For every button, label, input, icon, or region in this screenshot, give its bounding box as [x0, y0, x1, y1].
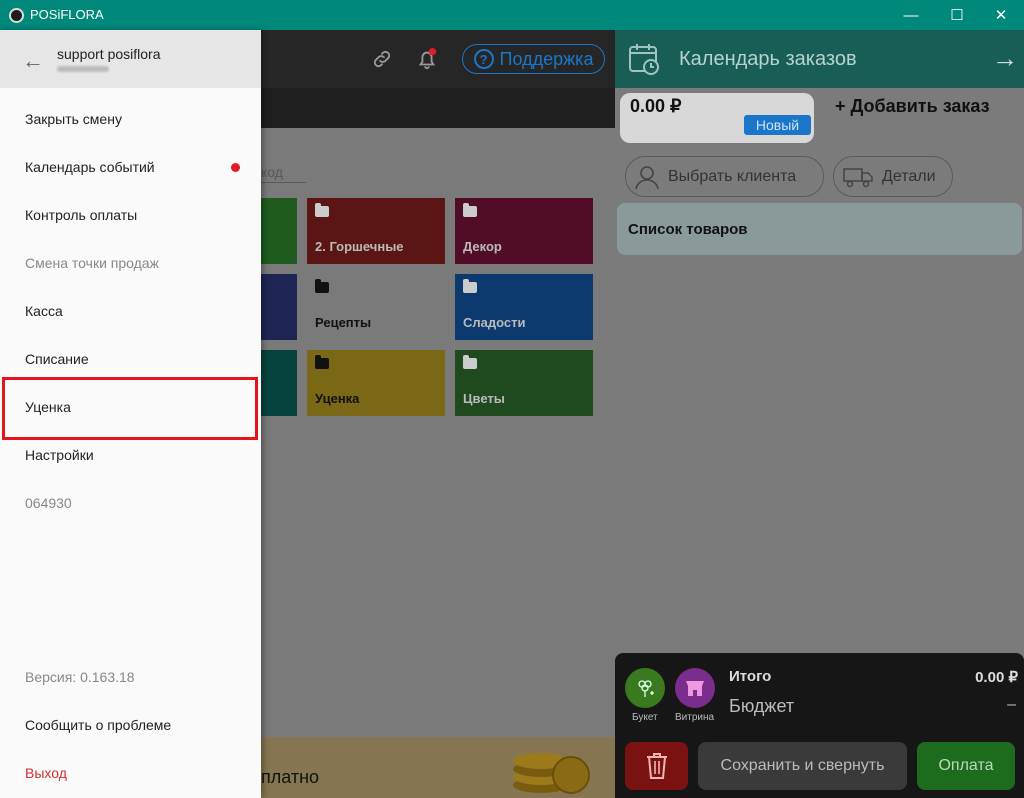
- order-card[interactable]: 0.00 ₽ Новый: [620, 93, 814, 143]
- category-tile[interactable]: [261, 350, 297, 416]
- menu-settings[interactable]: Настройки: [25, 447, 94, 463]
- goods-list-title: Список товаров: [628, 221, 748, 238]
- support-button[interactable]: ? Поддержка: [462, 44, 605, 74]
- folder-icon: [463, 203, 477, 217]
- bouquet-button[interactable]: [625, 668, 665, 708]
- pay-button[interactable]: Оплата: [917, 742, 1015, 790]
- order-footer: Букет Витрина Итого 0.00 ₽ Бюджет – Сохр…: [615, 653, 1024, 798]
- details-button[interactable]: Детали: [833, 156, 953, 197]
- device-id: 064930: [25, 495, 72, 511]
- menu-cashbox[interactable]: Касса: [25, 303, 63, 319]
- total-value: 0.00 ₽: [975, 669, 1018, 686]
- category-tile[interactable]: Уценка: [307, 350, 445, 416]
- app-icon: [9, 8, 24, 23]
- version-text: Версия: 0.163.18: [25, 669, 135, 685]
- window-title: POSiFLORA: [30, 7, 104, 22]
- folder-icon: [315, 279, 329, 293]
- order-panel: Календарь заказов → 0.00 ₽ Новый + Добав…: [615, 30, 1024, 798]
- folder-icon: [315, 355, 329, 369]
- budget-label: Бюджет: [729, 696, 795, 716]
- menu-write-off[interactable]: Списание: [25, 351, 89, 367]
- bell-icon[interactable]: [415, 47, 439, 71]
- budget-value: –: [1007, 696, 1016, 713]
- tile-label: Уценка: [315, 391, 360, 406]
- arrow-right-icon[interactable]: →: [992, 43, 1018, 74]
- category-tile[interactable]: [261, 274, 297, 340]
- drawer-header: ← support posiflora: [0, 30, 261, 88]
- truck-icon: [843, 167, 873, 187]
- tile-label: 2. Горшечные: [315, 239, 404, 254]
- user-subtitle-blurred: [57, 66, 109, 72]
- status-badge: Новый: [744, 115, 811, 135]
- category-tile[interactable]: Цветы: [455, 350, 593, 416]
- maximize-button[interactable]: ☐: [934, 2, 980, 28]
- tile-label: Декор: [463, 239, 502, 254]
- folder-icon: [315, 203, 329, 217]
- support-label: Поддержка: [499, 48, 594, 69]
- side-drawer: ← support posiflora Закрыть смену Календ…: [0, 30, 261, 798]
- choose-client-label: Выбрать клиента: [668, 167, 797, 185]
- menu-close-shift[interactable]: Закрыть смену: [25, 111, 122, 127]
- back-arrow-icon[interactable]: ←: [22, 48, 44, 74]
- menu-change-point-of-sale: Смена точки продаж: [25, 255, 159, 271]
- banner-text: платно: [261, 767, 320, 787]
- user-name: support posiflora: [57, 46, 161, 62]
- tile-label: Рецепты: [315, 315, 372, 330]
- details-label: Детали: [882, 167, 936, 185]
- bouquet-icon: [638, 680, 654, 697]
- order-amount: 0.00 ₽: [630, 96, 682, 116]
- help-icon: ?: [473, 49, 494, 69]
- link-icon[interactable]: [370, 47, 394, 71]
- search-input-fragment[interactable]: код: [261, 164, 306, 183]
- category-tile[interactable]: Рецепты: [307, 274, 445, 340]
- category-tile[interactable]: Декор: [455, 198, 593, 264]
- save-and-minimize-button[interactable]: Сохранить и свернуть: [698, 742, 907, 790]
- calendar-title: Календарь заказов: [679, 48, 857, 70]
- order-panel-header: Календарь заказов →: [615, 30, 1024, 88]
- category-tile[interactable]: 2. Горшечные: [307, 198, 445, 264]
- shop-icon: [686, 681, 704, 696]
- user-icon: [635, 165, 659, 189]
- calendar-icon[interactable]: [628, 42, 660, 75]
- folder-icon: [463, 279, 477, 293]
- showcase-label: Витрина: [675, 712, 715, 723]
- folder-icon: [463, 355, 477, 369]
- menu-logout[interactable]: Выход: [25, 765, 67, 781]
- total-label: Итого: [729, 668, 772, 685]
- add-order-button[interactable]: + Добавить заказ: [835, 96, 990, 117]
- trash-icon: [646, 753, 667, 779]
- menu-report-problem[interactable]: Сообщить о проблеме: [25, 717, 171, 733]
- notification-dot: [231, 163, 240, 172]
- category-tile[interactable]: [261, 198, 297, 264]
- tile-label: Цветы: [463, 391, 505, 406]
- delete-button[interactable]: [625, 742, 688, 790]
- title-bar: POSiFLORA — ☐ ✕: [0, 0, 1024, 30]
- close-button[interactable]: ✕: [978, 2, 1024, 28]
- goods-list-header: Список товаров: [617, 203, 1022, 255]
- bouquet-label: Букет: [632, 712, 658, 723]
- coins-icon: [513, 753, 590, 794]
- category-tile[interactable]: Сладости: [455, 274, 593, 340]
- minimize-button[interactable]: —: [888, 2, 934, 28]
- menu-events-calendar[interactable]: Календарь событий: [25, 159, 155, 175]
- tile-label: Сладости: [463, 315, 526, 330]
- choose-client-button[interactable]: Выбрать клиента: [625, 156, 824, 197]
- menu-payment-control[interactable]: Контроль оплаты: [25, 207, 137, 223]
- promo-banner[interactable]: платно: [261, 737, 615, 798]
- showcase-button[interactable]: [675, 668, 715, 708]
- highlight-box: [2, 377, 258, 440]
